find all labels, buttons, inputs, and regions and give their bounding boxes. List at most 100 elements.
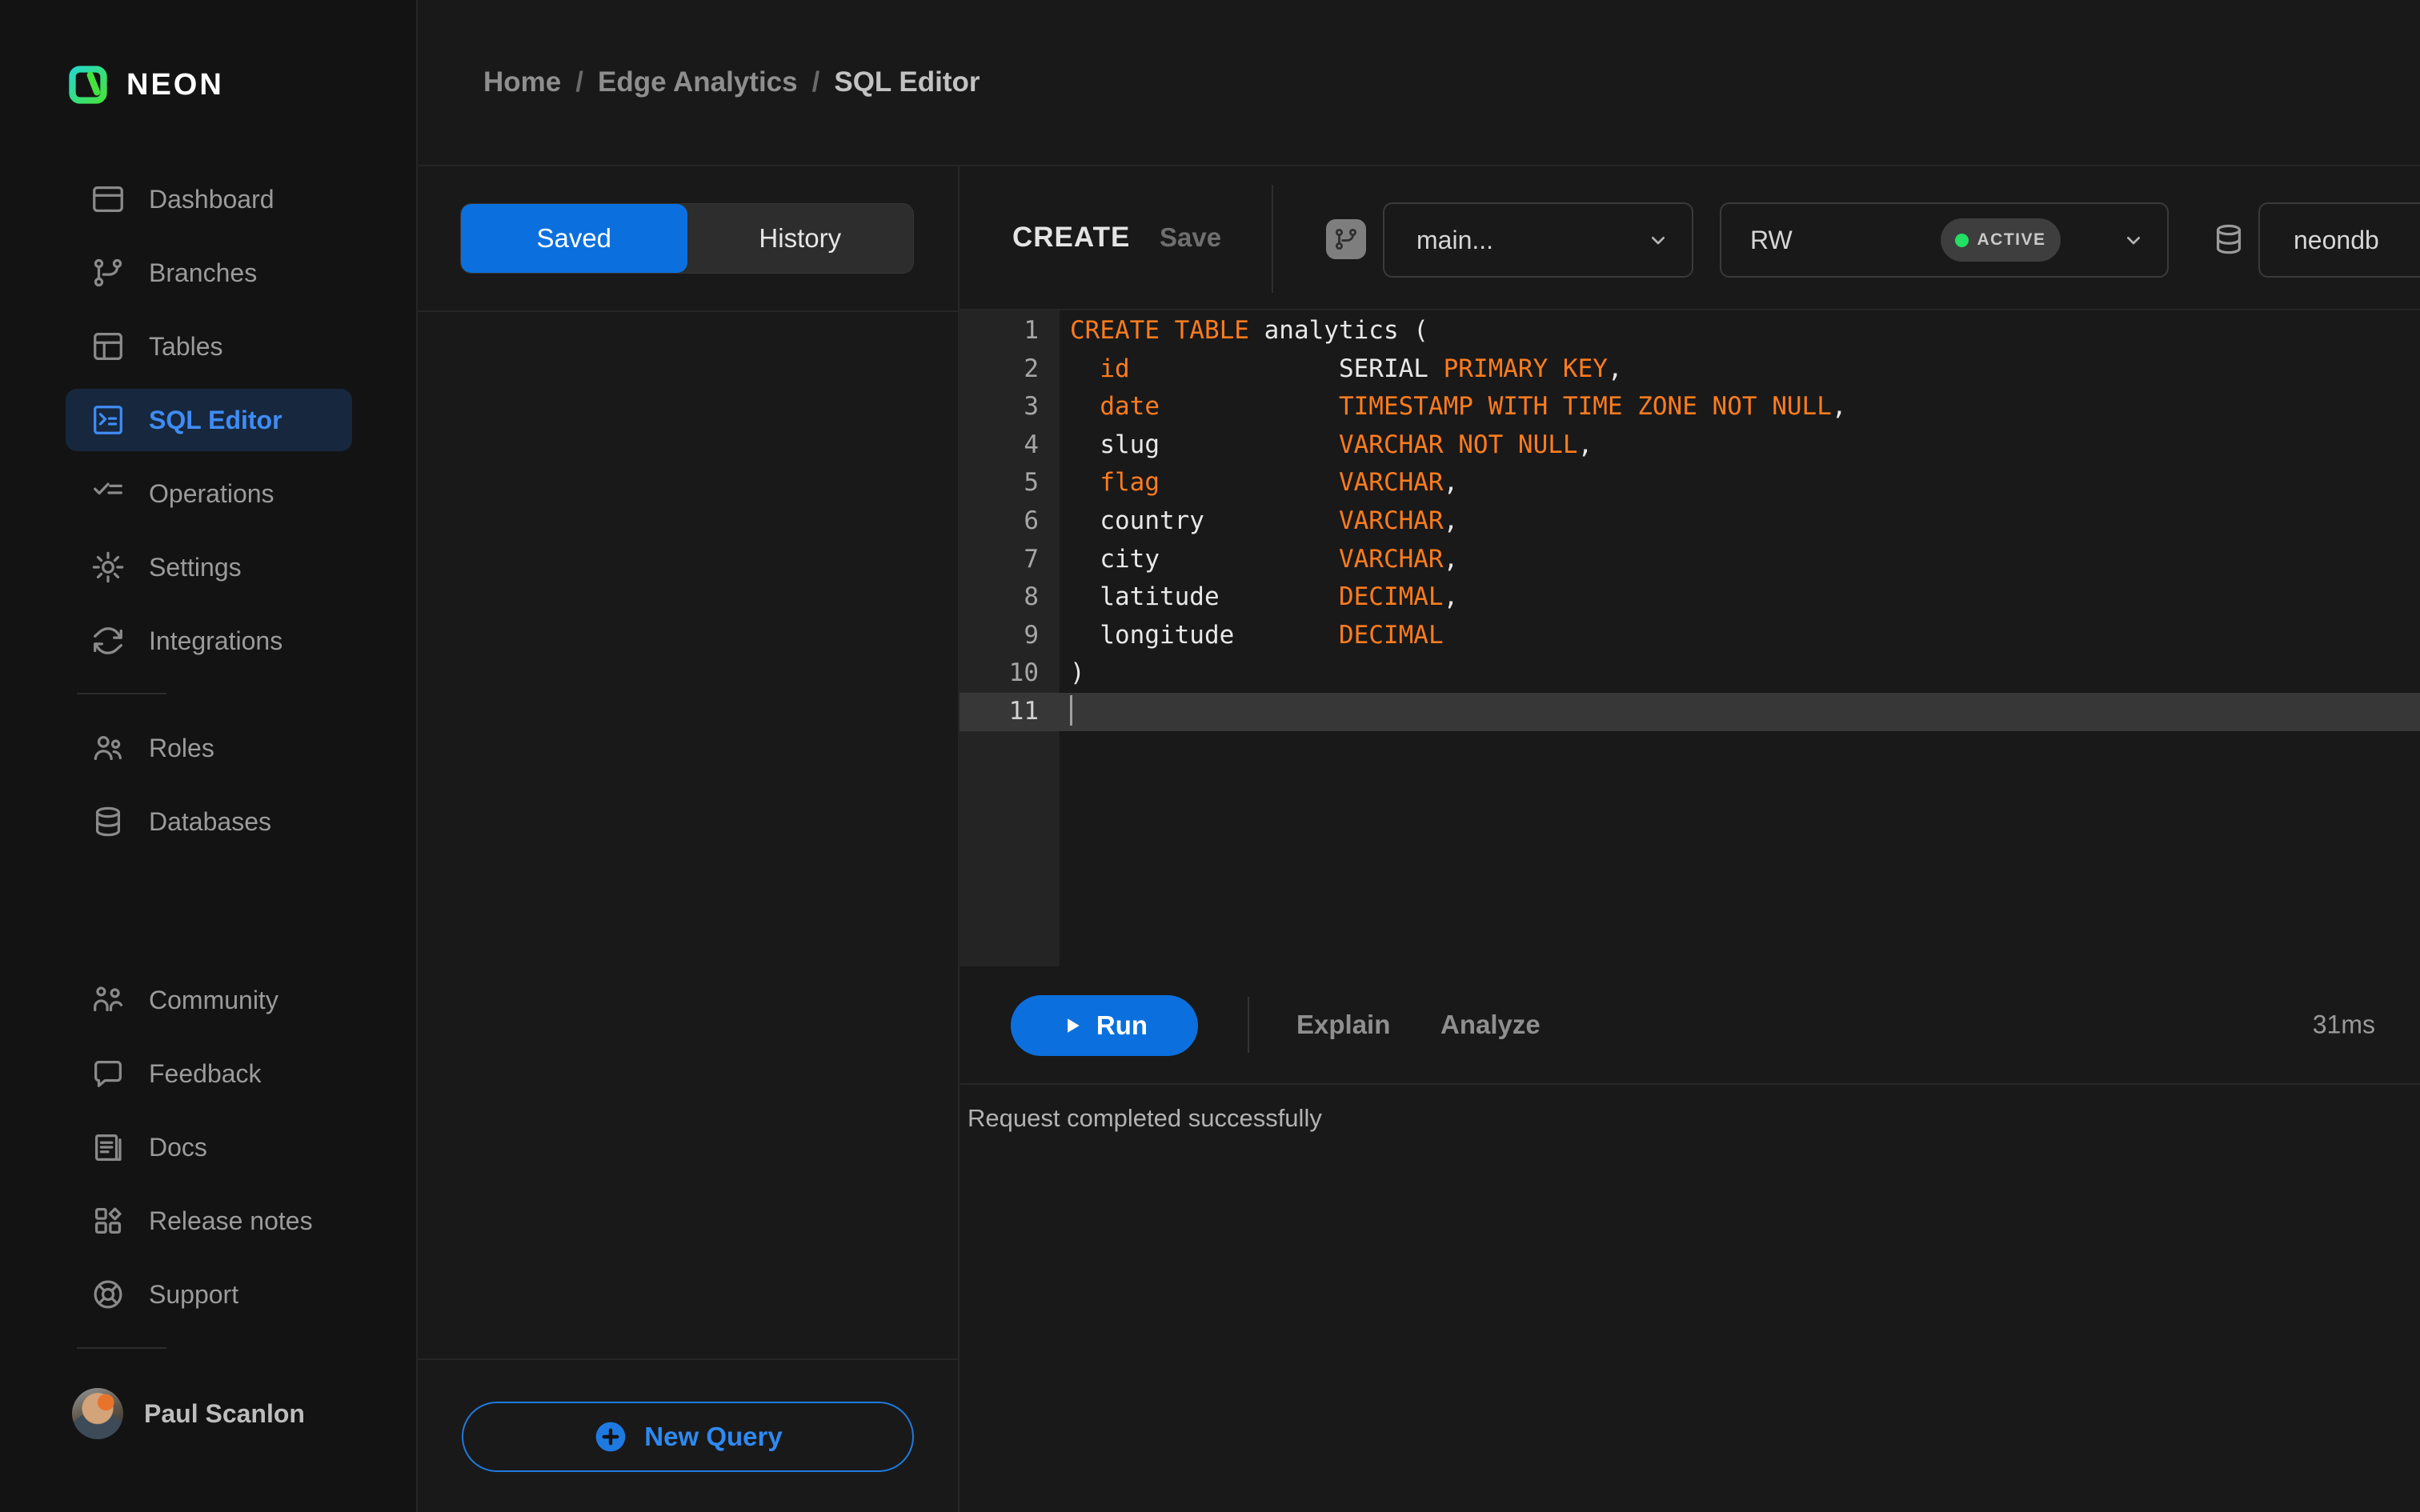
play-icon (1068, 1018, 1080, 1033)
settings-icon (90, 549, 126, 586)
breadcrumb-separator: / (575, 66, 583, 98)
sql-editor-icon (90, 402, 126, 438)
tab-history[interactable]: History (687, 204, 914, 273)
query-name: CREATE (1012, 222, 1131, 253)
tables-icon (90, 328, 126, 365)
save-button[interactable]: Save (1160, 222, 1221, 253)
query-duration: 31ms (2312, 1010, 2375, 1039)
roles-icon (90, 730, 126, 766)
line-number: 1 (1024, 316, 1039, 345)
sql-code-editor[interactable]: 1 CREATE TABLE analytics ( 2 id SERIAL PRI… (960, 310, 2420, 966)
sidebar-item-operations[interactable]: Operations (66, 462, 352, 525)
top-header: Home / Edge Analytics / SQL Editor (418, 0, 2420, 166)
results-pane: Request completed successfully (960, 1085, 2420, 1512)
status-badge: ACTIVE (1941, 218, 2061, 262)
release-notes-icon (90, 1202, 126, 1239)
sidebar-nav-footer: Community Feedback Docs Release notes Suppor… (66, 969, 352, 1337)
code-line-content (1060, 693, 1072, 731)
breadcrumb-separator: / (811, 66, 820, 98)
code-line: 4 slug VARCHAR NOT NULL, (960, 426, 2420, 465)
community-icon (90, 982, 126, 1018)
breadcrumb-item-home[interactable]: Home (483, 66, 561, 98)
active-dot-icon (1955, 233, 1969, 247)
breadcrumb-item-edge-analytics[interactable]: Edge Analytics (598, 66, 798, 98)
code-line-content: slug VARCHAR NOT NULL, (1070, 430, 1593, 459)
explain-button[interactable]: Explain (1296, 1010, 1390, 1040)
sidebar-item-support[interactable]: Support (66, 1263, 352, 1326)
code-line-content: id SERIAL PRIMARY KEY, (1100, 354, 1623, 383)
dashboard-icon (90, 181, 126, 218)
sidebar-item-label: Tables (149, 331, 223, 361)
brand-logo[interactable]: NEON (67, 62, 224, 107)
run-button[interactable]: Run (1011, 995, 1198, 1056)
sidebar-item-databases[interactable]: Databases (66, 790, 352, 853)
sidebar-item-integrations[interactable]: Integrations (66, 610, 352, 672)
sidebar-item-branches[interactable]: Branches (66, 242, 352, 304)
sidebar-item-tables[interactable]: Tables (66, 315, 352, 378)
line-number: 4 (1024, 430, 1039, 459)
line-number: 10 (1008, 658, 1039, 688)
sidebar-item-release-notes[interactable]: Release notes (66, 1190, 352, 1252)
code-line: 5 flag VARCHAR, (960, 464, 2420, 502)
sidebar-item-label: Operations (149, 478, 274, 508)
branch-selector-value: main... (1416, 225, 1494, 254)
sidebar-item-roles[interactable]: Roles (66, 717, 352, 779)
status-message: Request completed successfully (968, 1104, 1322, 1132)
sidebar-item-label: Community (149, 985, 278, 1014)
code-line: 10) (960, 654, 2420, 693)
code-line-content: latitude DECIMAL, (1070, 582, 1459, 612)
editor-toolbar: CREATE Save main... RW ACTIVE neondb (960, 166, 2420, 310)
sidebar-nav-secondary: Roles Databases (66, 717, 352, 864)
run-bar: Run Explain Analyze 31ms (960, 966, 2420, 1085)
branch-icon-chip[interactable] (1326, 219, 1366, 259)
chevron-down-icon (1652, 237, 1665, 245)
line-number: 5 (1024, 468, 1039, 498)
line-number: 9 (1024, 620, 1039, 650)
sidebar-divider (77, 693, 166, 694)
new-query-button[interactable]: New Query (462, 1402, 914, 1472)
database-selector-value: neondb (2294, 225, 2379, 254)
run-button-label: Run (1096, 1010, 1148, 1040)
code-line: 7 city VARCHAR, (960, 541, 2420, 579)
sidebar: NEON Dashboard Branches Tables SQL Editor Op… (0, 0, 418, 1512)
code-line: 3 date TIMESTAMP WITH TIME ZONE NOT NULL… (960, 388, 2420, 426)
sidebar-item-settings[interactable]: Settings (66, 536, 352, 598)
sidebar-item-label: Settings (149, 552, 242, 582)
code-line-content: longitude DECIMAL (1070, 620, 1444, 650)
sidebar-item-label: Feedback (149, 1058, 262, 1088)
database-icon (2216, 224, 2242, 254)
feedback-icon (90, 1055, 126, 1092)
sidebar-item-label: Branches (149, 258, 258, 287)
breadcrumb-item-sql-editor: SQL Editor (834, 66, 980, 98)
query-tabs: Saved History (460, 203, 914, 274)
sidebar-item-community[interactable]: Community (66, 969, 352, 1031)
code-line: 2 id SERIAL PRIMARY KEY, (960, 350, 2420, 389)
sidebar-item-label: Integrations (149, 626, 283, 655)
line-number: 7 (1024, 544, 1039, 574)
branch-selector[interactable]: main... (1383, 202, 1693, 278)
query-panel-footer: New Query (418, 1358, 958, 1512)
database-selector[interactable]: neondb (2258, 202, 2420, 278)
operations-icon (90, 475, 126, 512)
tab-saved[interactable]: Saved (461, 204, 687, 273)
git-branch-icon (1335, 228, 1357, 250)
docs-icon (90, 1129, 126, 1166)
compute-selector[interactable]: RW ACTIVE (1720, 202, 2169, 278)
user-menu[interactable]: Paul Scanlon (72, 1388, 305, 1439)
sidebar-item-feedback[interactable]: Feedback (66, 1042, 352, 1105)
sidebar-item-docs[interactable]: Docs (66, 1116, 352, 1178)
sidebar-item-label: Support (149, 1279, 239, 1309)
support-icon (90, 1276, 126, 1313)
sidebar-item-dashboard[interactable]: Dashboard (66, 168, 352, 230)
code-line-content: CREATE TABLE analytics ( (1070, 316, 1428, 345)
databases-icon (90, 803, 126, 840)
sql-editor-pane: CREATE Save main... RW ACTIVE neondb 1 C… (958, 166, 2420, 1512)
sidebar-item-sql-editor[interactable]: SQL Editor (66, 389, 352, 451)
sidebar-divider (77, 1347, 166, 1349)
code-line-content: ) (1070, 658, 1085, 688)
code-line: 9 longitude DECIMAL (960, 617, 2420, 655)
analyze-button[interactable]: Analyze (1440, 1010, 1541, 1040)
sidebar-item-label: Release notes (149, 1206, 313, 1235)
status-badge-label: ACTIVE (1977, 230, 2046, 249)
line-number: 11 (1008, 696, 1039, 726)
